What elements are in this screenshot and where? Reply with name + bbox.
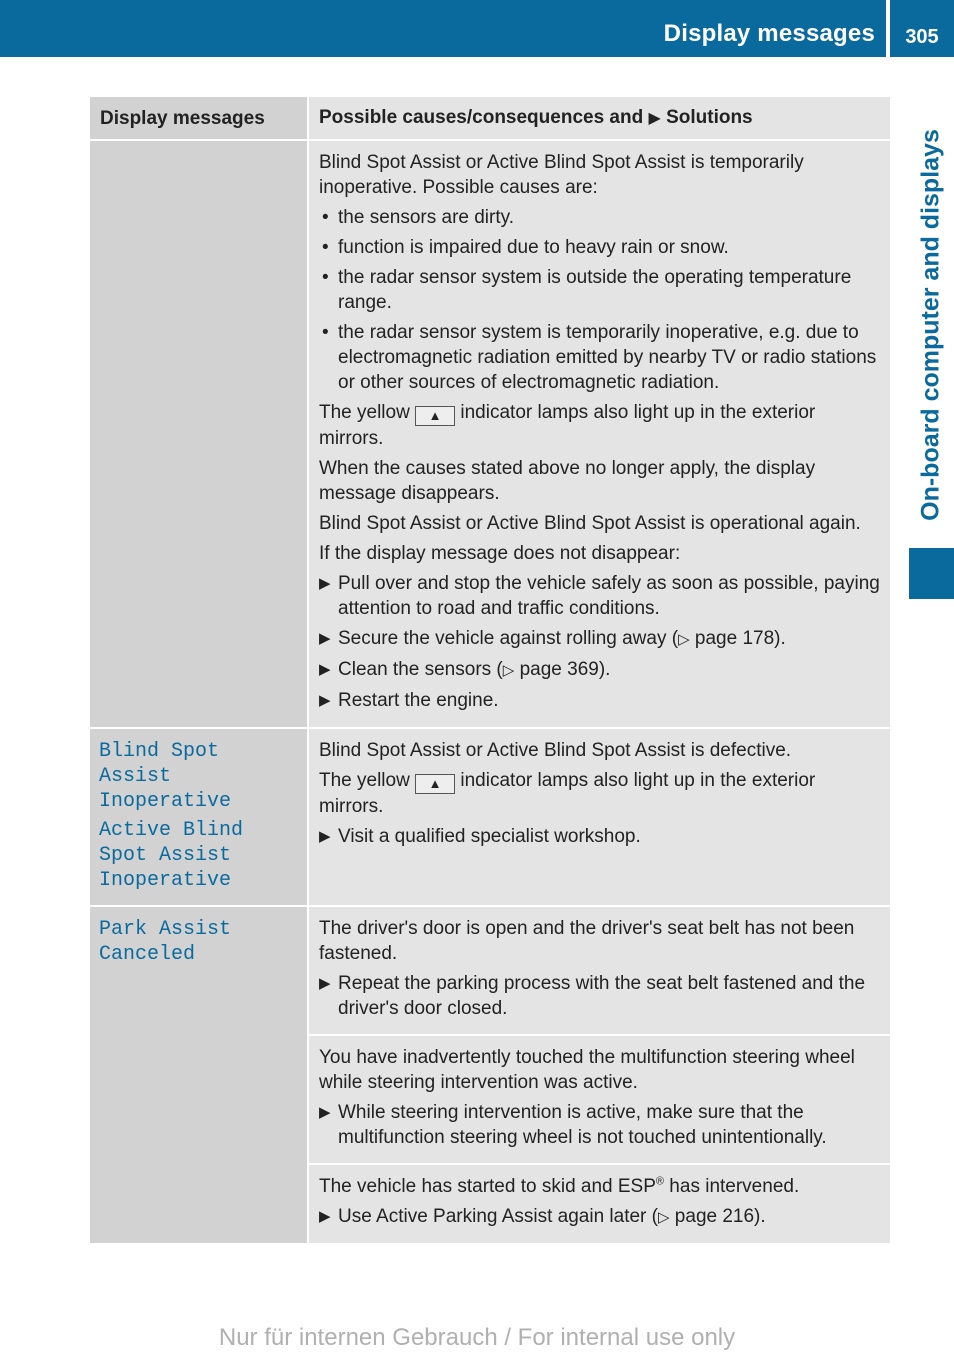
note: If the display message does not disappea… [319,543,681,564]
table-row: Blind Spot Assist or Active Blind Spot A… [90,140,890,729]
solution-step: ▶ While steering intervention is active, … [319,1102,827,1148]
solution-cell: The driver's door is open and the driver… [308,906,890,1036]
solution-cell: The vehicle has started to skid and ESP®… [308,1164,890,1243]
message-cell: Blind Spot Assist Inoperative Active Bli… [90,728,309,907]
table-row: Blind Spot Assist Inoperative Active Bli… [90,728,890,907]
table-header-row: Display messages Possible causes/consequ… [90,97,890,141]
column-header-causes: Possible causes/consequences and ▶ Solut… [308,97,890,141]
step-arrow-icon: ▶ [319,692,331,709]
step-arrow-icon: ▶ [319,661,331,678]
internal-use-watermark: Nur für internen Gebrauch / For internal… [218,1324,736,1351]
cause-item: • function is impaired due to heavy rain … [322,237,729,258]
chapter-tab-marker [909,548,954,599]
cause-text: The driver's door is open and the driver… [319,918,855,964]
page-reference-link[interactable]: ▷ page 178). [678,628,786,649]
note: Blind Spot Assist or Active Blind Spot A… [319,513,861,534]
registered-mark: ® [655,1175,665,1188]
cause-text: The vehicle has started to skid and ESP®… [319,1175,800,1197]
solution-step: ▶ Use Active Parking Assist again later (… [319,1206,766,1227]
bullet-icon: • [322,237,329,258]
solution-step: ▶ Visit a qualified specialist workshop. [319,826,641,847]
display-message-text: Active Blind Spot Assist Inoperative [99,819,244,892]
bullet-icon: • [322,322,329,343]
step-arrow-icon: ▶ [319,975,331,992]
cause-text: Blind Spot Assist or Active Blind Spot A… [319,740,792,761]
message-cell-empty [90,140,309,729]
solution-step: ▶ Secure the vehicle against rolling away… [319,628,786,649]
solutions-arrow-icon: ▶ [648,110,661,127]
blind-spot-warning-lamp-icon: ▲ [415,406,456,426]
step-arrow-icon: ▶ [319,630,331,647]
cause-text: You have inadvertently touched the multi… [319,1047,855,1093]
page-header: Display messages 305 [0,0,954,57]
step-arrow-icon: ▶ [319,1208,331,1225]
cause-item: • the radar sensor system is outside the … [322,267,852,313]
solution-cell: You have inadvertently touched the multi… [308,1035,890,1165]
display-message-text: Park Assist Canceled [99,918,232,966]
lamp-note: The yellow ▲ indicator lamps also light … [319,402,816,449]
page-reference-link[interactable]: ▷ page 216). [658,1206,766,1227]
solution-step: ▶ Pull over and stop the vehicle safely a… [319,573,880,619]
solution-step: ▶ Repeat the parking process with the sea… [319,973,866,1019]
solution-cell: Blind Spot Assist or Active Blind Spot A… [308,728,890,907]
chapter-label: On-board computer and displays [916,129,945,521]
column-header-causes-label: Possible causes/consequences and [319,107,644,128]
column-header-solutions-label: Solutions [666,107,753,128]
cause-intro: Blind Spot Assist or Active Blind Spot A… [319,152,804,198]
bullet-icon: • [322,267,329,288]
column-header-messages: Display messages [90,97,309,141]
table-row: Park Assist Canceled The driver's door i… [90,906,890,1243]
page-reference-link[interactable]: ▷ page 369). [503,659,611,680]
blind-spot-warning-lamp-icon: ▲ [415,774,456,794]
cause-item: • the sensors are dirty. [322,207,515,228]
note: When the causes stated above no longer a… [319,458,816,504]
bullet-icon: • [322,207,329,228]
cause-item: • the radar sensor system is temporarily … [322,322,877,393]
page-ref-icon: ▷ [502,662,515,679]
lamp-note: The yellow ▲ indicator lamps also light … [319,770,816,817]
step-arrow-icon: ▶ [319,1104,331,1121]
page-ref-icon: ▷ [678,631,690,648]
page-number: 305 [905,26,939,48]
step-arrow-icon: ▶ [319,575,331,592]
display-message-text: Blind Spot Assist Inoperative [99,740,232,813]
message-cell: Park Assist Canceled [90,906,309,1243]
solution-step: ▶ Restart the engine. [319,690,499,711]
step-arrow-icon: ▶ [319,828,331,845]
page-ref-icon: ▷ [657,1209,670,1226]
chapter-side-tab: On-board computer and displays [908,110,954,540]
section-title: Display messages [663,20,875,47]
solution-step: ▶ Clean the sensors (▷ page 369). [319,659,611,680]
display-messages-table: Display messages Possible causes/consequ… [90,97,890,1243]
solution-cell: Blind Spot Assist or Active Blind Spot A… [308,140,890,729]
